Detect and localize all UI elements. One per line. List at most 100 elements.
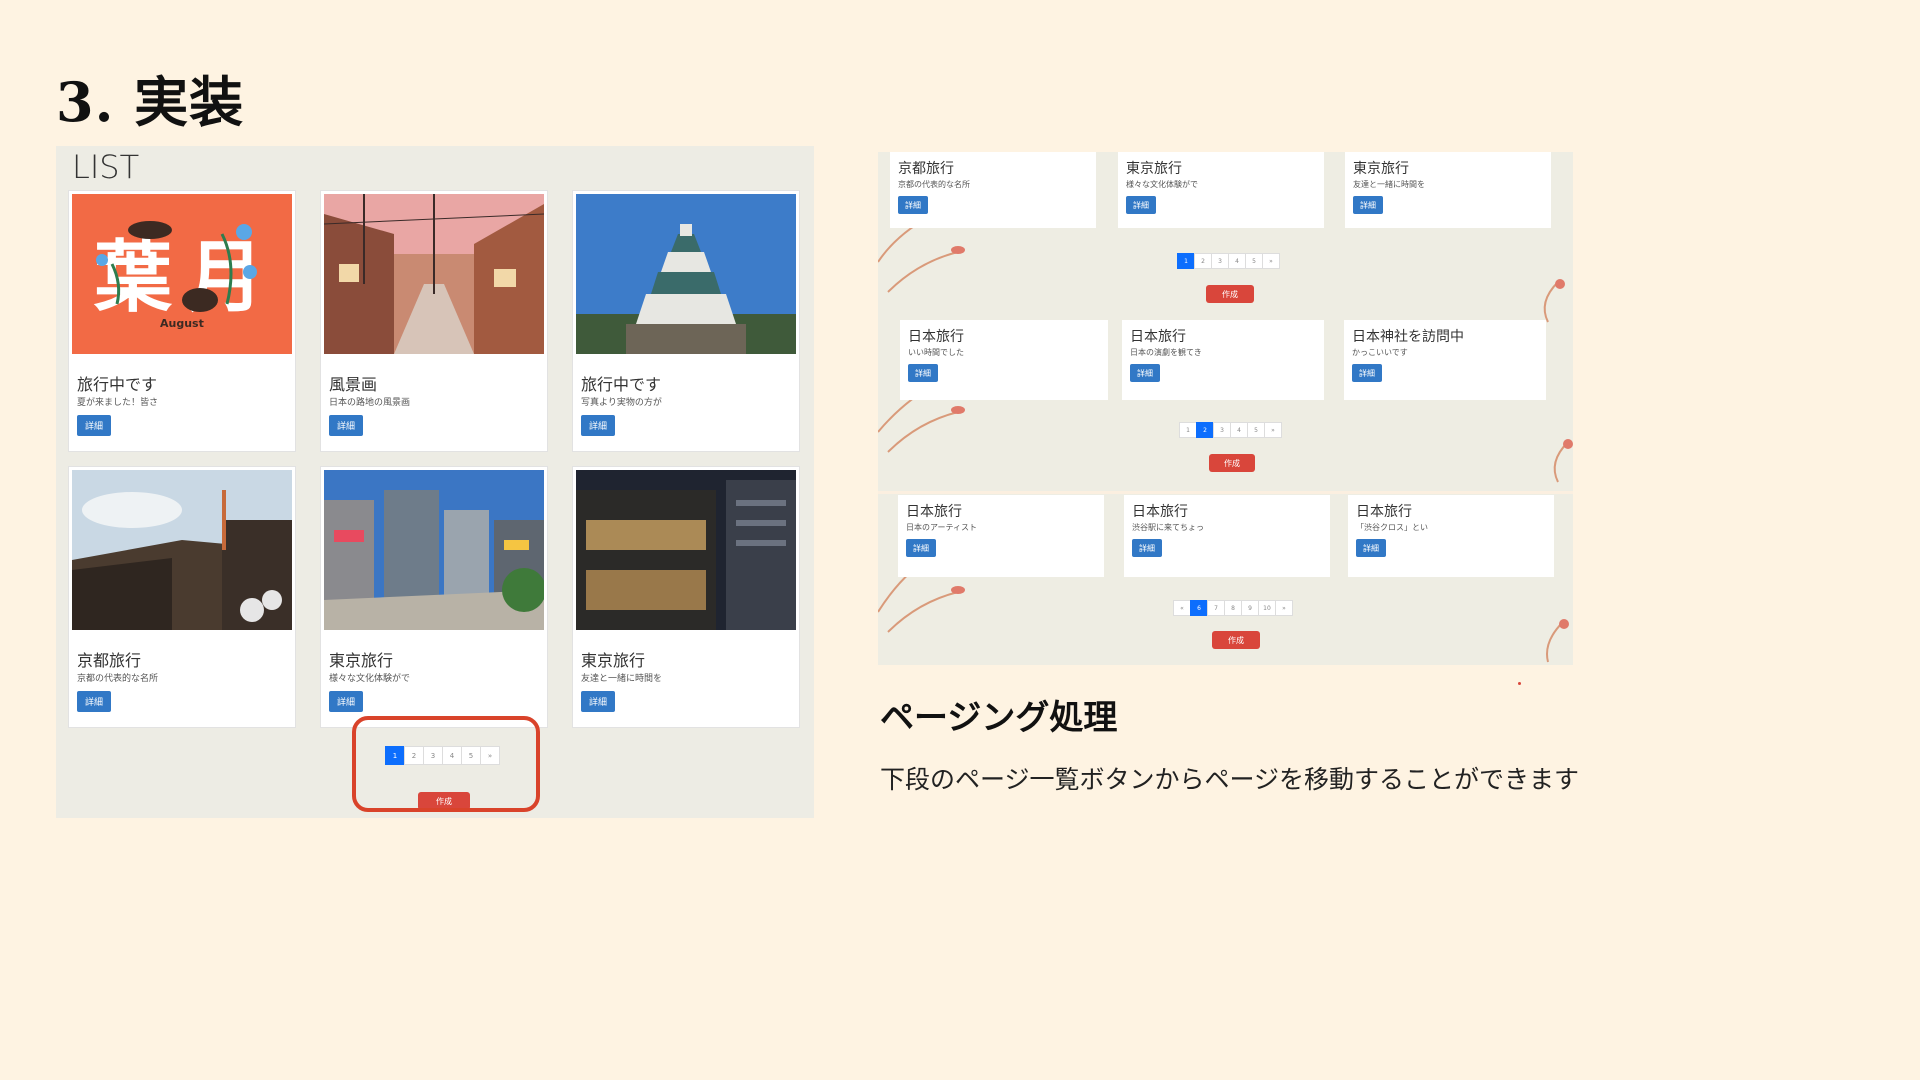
page-link-5[interactable]: 5	[1247, 422, 1265, 438]
pagination: « 6 7 8 9 10 »	[1173, 600, 1293, 616]
card-description: 日本の路地の風景画	[329, 398, 411, 408]
kyoto-photo	[72, 470, 292, 630]
detail-button[interactable]: 詳細	[906, 539, 936, 557]
page-link-2[interactable]: 2	[1194, 253, 1212, 269]
post-card: 日本旅行 日本の演劇を観てき 詳細	[1122, 320, 1324, 400]
card-description: 様々な文化体験がで	[329, 674, 411, 684]
post-card: 京都旅行 京都の代表的な名所 詳細	[890, 152, 1096, 228]
card-title: 日本旅行	[906, 504, 962, 520]
post-card: 日本旅行 「渋谷クロス」とい 詳細	[1348, 495, 1554, 577]
list-heading: LIST	[72, 148, 140, 186]
card-description: 様々な文化体験がで	[1126, 180, 1198, 189]
post-card: 風景画 日本の路地の風景画 詳細	[320, 190, 548, 452]
card-title: 東京旅行	[1126, 161, 1182, 177]
castle-photo	[576, 194, 796, 354]
page-link-8[interactable]: 8	[1224, 600, 1242, 616]
card-title: 東京旅行	[1353, 161, 1409, 177]
post-card: 東京旅行 様々な文化体験がで 詳細	[1118, 152, 1324, 228]
august-kanji-left: 葉	[93, 233, 173, 323]
post-card: 日本旅行 日本のアーティスト 詳細	[898, 495, 1104, 577]
post-card: 日本旅行 渋谷駅に来てちょっ 詳細	[1124, 495, 1330, 577]
section-body: 下段のページ一覧ボタンからページを移動することができます	[880, 765, 1580, 794]
card-description: 夏が来ました！皆さ	[77, 398, 159, 408]
list-page-screenshot: LIST 葉 月 August 旅行中です 夏が来ました！皆さ 詳細 風景画 日…	[56, 146, 814, 818]
post-card: 京都旅行 京都の代表的な名所 詳細	[68, 466, 296, 728]
post-card: 日本旅行 いい時間でした 詳細	[900, 320, 1108, 400]
create-button[interactable]: 作成	[1212, 631, 1260, 649]
pagination-screenshots: 京都旅行 京都の代表的な名所 詳細 東京旅行 様々な文化体験がで 詳細 東京旅行…	[878, 152, 1573, 665]
page-link-5[interactable]: 5	[1245, 253, 1263, 269]
post-card: 東京旅行 様々な文化体験がで 詳細	[320, 466, 548, 728]
page-link-10[interactable]: 10	[1258, 600, 1276, 616]
pagination: 1 2 3 4 5 »	[1179, 422, 1282, 438]
detail-button[interactable]: 詳細	[329, 415, 363, 436]
card-description: 友達と一緒に時間を	[581, 674, 663, 684]
card-description: 京都の代表的な名所	[898, 180, 970, 189]
page-link-2[interactable]: 2	[1196, 422, 1214, 438]
page-link-4[interactable]: 4	[1228, 253, 1246, 269]
page-next-link[interactable]: »	[1275, 600, 1293, 616]
floral-decoration	[878, 208, 1573, 663]
detail-button[interactable]: 詳細	[1356, 539, 1386, 557]
pagination: 1 2 3 4 5 »	[1177, 253, 1280, 269]
page-link-3[interactable]: 3	[1211, 253, 1229, 269]
street-illustration	[324, 194, 544, 354]
detail-button[interactable]: 詳細	[77, 415, 111, 436]
detail-button[interactable]: 詳細	[329, 691, 363, 712]
page-link-1[interactable]: 1	[1179, 422, 1197, 438]
card-title: 日本旅行	[1132, 504, 1188, 520]
card-title: 日本旅行	[908, 329, 964, 345]
card-title: 京都旅行	[898, 161, 954, 177]
post-card: 東京旅行 友達と一緒に時間を 詳細	[1345, 152, 1551, 228]
card-title: 風景画	[329, 375, 378, 394]
detail-button[interactable]: 詳細	[581, 415, 615, 436]
page-next-link[interactable]: »	[1264, 422, 1282, 438]
card-title: 日本旅行	[1130, 329, 1186, 345]
page-link-3[interactable]: 3	[1213, 422, 1231, 438]
detail-button[interactable]: 詳細	[1352, 364, 1382, 382]
card-title: 日本神社を訪問中	[1352, 329, 1464, 345]
detail-button[interactable]: 詳細	[908, 364, 938, 382]
detail-button[interactable]: 詳細	[1132, 539, 1162, 557]
page-link-6[interactable]: 6	[1190, 600, 1208, 616]
stray-dot	[1518, 682, 1521, 685]
section-heading: ページング処理	[880, 698, 1118, 738]
page-prev-link[interactable]: «	[1173, 600, 1191, 616]
card-title: 東京旅行	[329, 651, 394, 670]
post-card: 葉 月 August 旅行中です 夏が来ました！皆さ 詳細	[68, 190, 296, 452]
page-link-7[interactable]: 7	[1207, 600, 1225, 616]
august-label: August	[160, 317, 204, 330]
night-building-photo	[576, 470, 796, 630]
detail-button[interactable]: 詳細	[1353, 196, 1383, 214]
page-link-9[interactable]: 9	[1241, 600, 1259, 616]
shibuya-photo	[324, 470, 544, 630]
page-link-4[interactable]: 4	[1230, 422, 1248, 438]
card-title: 旅行中です	[581, 375, 662, 394]
slide-title: 3. 実装	[56, 70, 245, 134]
create-button[interactable]: 作成	[1209, 454, 1255, 472]
card-title: 日本旅行	[1356, 504, 1412, 520]
pagination-highlight	[352, 716, 540, 812]
card-title: 旅行中です	[77, 375, 158, 394]
detail-button[interactable]: 詳細	[581, 691, 615, 712]
card-title: 東京旅行	[581, 651, 646, 670]
card-title: 京都旅行	[77, 651, 142, 670]
detail-button[interactable]: 詳細	[1130, 364, 1160, 382]
card-description: 友達と一緒に時間を	[1353, 180, 1425, 189]
post-card: 日本神社を訪問中 かっこいいです 詳細	[1344, 320, 1546, 400]
detail-button[interactable]: 詳細	[898, 196, 928, 214]
august-illustration: 葉 月 August	[72, 194, 292, 354]
card-description: 渋谷駅に来てちょっ	[1132, 523, 1204, 532]
post-card: 東京旅行 友達と一緒に時間を 詳細	[572, 466, 800, 728]
page-next-link[interactable]: »	[1262, 253, 1280, 269]
card-description: いい時間でした	[908, 348, 964, 357]
create-button[interactable]: 作成	[1206, 285, 1254, 303]
card-description: 日本の演劇を観てき	[1130, 348, 1202, 357]
post-card: 旅行中です 写真より実物の方が 詳細	[572, 190, 800, 452]
detail-button[interactable]: 詳細	[1126, 196, 1156, 214]
card-description: 京都の代表的な名所	[77, 674, 159, 684]
page-link-1[interactable]: 1	[1177, 253, 1195, 269]
card-description: かっこいいです	[1352, 348, 1408, 357]
card-description: 「渋谷クロス」とい	[1356, 523, 1428, 532]
detail-button[interactable]: 詳細	[77, 691, 111, 712]
